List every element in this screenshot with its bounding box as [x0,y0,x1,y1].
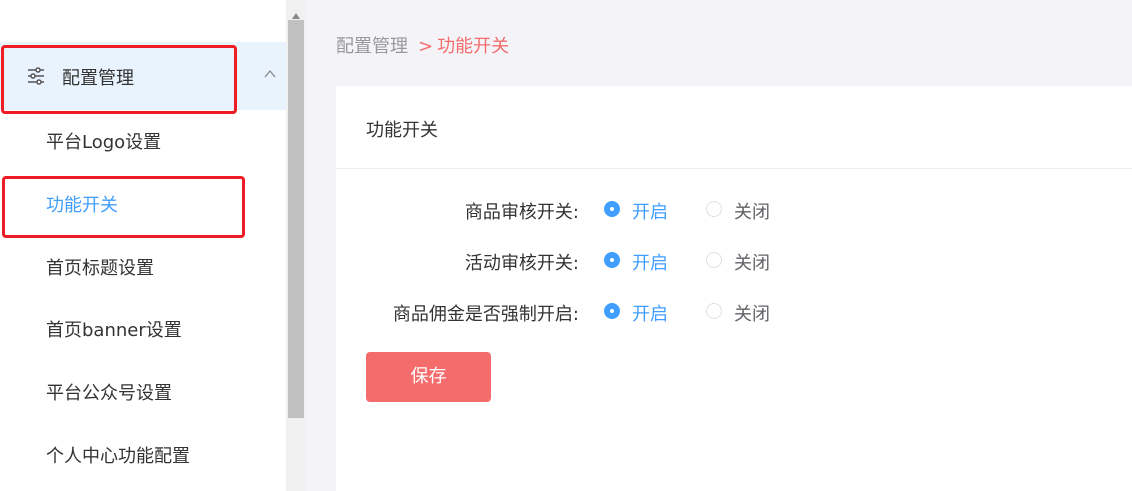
save-button[interactable]: 保存 [366,352,491,402]
radio-checked-icon [604,201,620,217]
breadcrumb-current: 功能开关 [437,36,510,57]
sidebar-item-label: 个人中心功能配置 [46,446,190,467]
radio-label: 关闭 [734,202,770,223]
breadcrumb-root[interactable]: 配置管理 [336,36,408,57]
sidebar-item-platform-logo[interactable]: 平台Logo设置 [0,110,286,172]
radio-label: 关闭 [734,253,770,274]
sidebar-item-label: 首页标题设置 [46,258,154,279]
radio-label: 开启 [632,202,668,223]
radio-unchecked-icon [706,201,722,217]
sidebar-item-feature-switch[interactable]: 功能开关 [0,173,286,235]
radio-label: 开启 [632,304,668,325]
scrollbar-thumb[interactable] [288,20,304,418]
sidebar-item-label: 功能开关 [46,195,118,216]
scroll-up-arrow-icon[interactable] [290,6,302,19]
sidebar-item-home-banner[interactable]: 首页banner设置 [0,298,286,360]
form-label: 商品佣金是否强制开启: [392,304,579,325]
breadcrumb-separator-icon: > [418,36,434,57]
radio-checked-icon [604,303,620,319]
chevron-up-icon [263,66,277,80]
form-row-product-review: 商品审核开关: 开启 关闭 [336,198,1132,238]
sidebar-scrollbar[interactable] [286,0,306,491]
menu-config-management[interactable]: 配置管理 [0,42,286,110]
radio-unchecked-icon [706,303,722,319]
form-label: 商品审核开关: [464,202,579,223]
radio-label: 关闭 [734,304,770,325]
form-row-activity-review: 活动审核开关: 开启 关闭 [336,249,1132,289]
sidebar: 配置管理 平台Logo设置 功能开关 首页标题设置 首页banner设置 平台公… [0,0,286,491]
feature-switch-card: 功能开关 商品审核开关: 开启 关闭 活动审核开关: 开启 关闭 商品佣金是否强… [336,86,1132,491]
form-row-commission-force: 商品佣金是否强制开启: 开启 关闭 [336,300,1132,340]
sidebar-item-label: 首页banner设置 [46,320,182,341]
card-header: 功能开关 [336,86,1132,169]
breadcrumb: 配置管理 > 功能开关 [336,32,509,58]
form-label: 活动审核开关: [464,253,579,274]
sidebar-item-label: 平台公众号设置 [46,383,172,404]
radio-label: 开启 [632,253,668,274]
sidebar-item-official-account[interactable]: 平台公众号设置 [0,361,286,423]
sidebar-item-home-title[interactable]: 首页标题设置 [0,236,286,298]
radio-checked-icon [604,252,620,268]
menu-config-management-label: 配置管理 [62,68,134,89]
sidebar-item-personal-center[interactable]: 个人中心功能配置 [0,424,286,486]
card-title: 功能开关 [366,120,438,141]
sidebar-item-label: 平台Logo设置 [46,132,162,153]
sliders-icon [26,66,46,86]
radio-unchecked-icon [706,252,722,268]
